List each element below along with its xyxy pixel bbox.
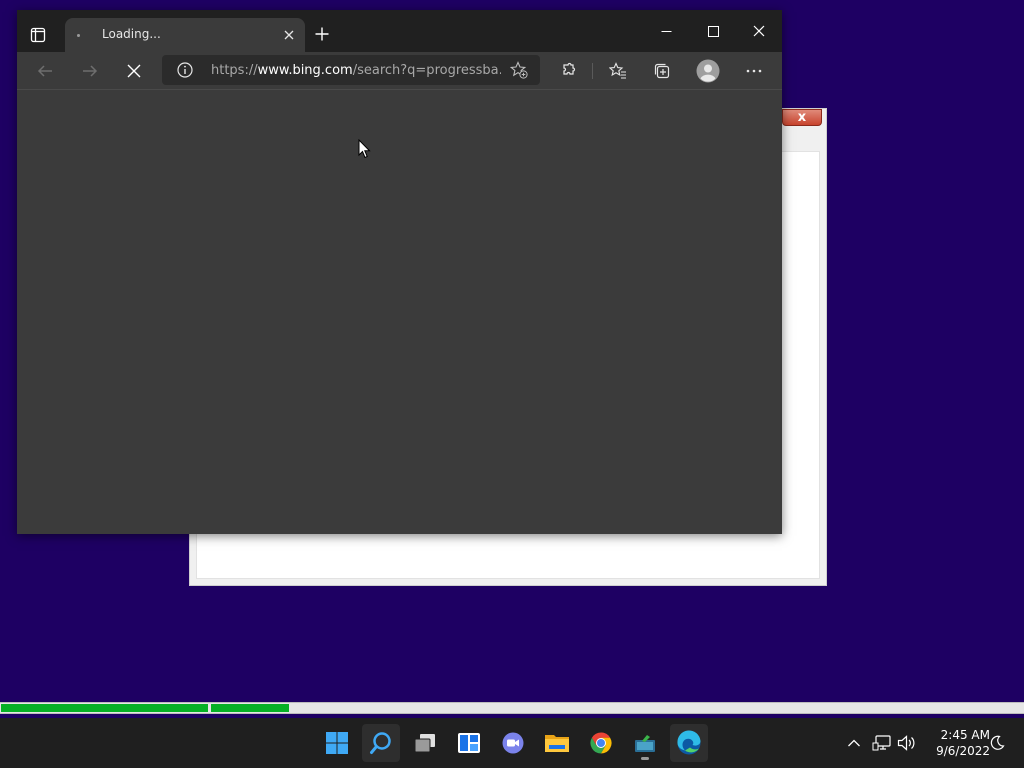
maximize-button[interactable] <box>698 20 728 42</box>
taskbar-task-view-button[interactable] <box>406 724 444 762</box>
close-window-icon <box>753 25 765 37</box>
taskbar-clock[interactable]: 2:45 AM 9/6/2022 <box>926 727 990 759</box>
site-info-icon[interactable] <box>177 62 193 78</box>
tray-overflow-button[interactable] <box>843 732 865 754</box>
forward-icon <box>83 65 98 77</box>
back-icon <box>37 65 52 77</box>
stop-loading-icon <box>127 64 141 78</box>
browser-titlebar: Loading... <box>17 10 782 52</box>
task-view-icon <box>414 734 435 753</box>
moon-icon <box>990 735 1005 750</box>
taskbar-widgets-button[interactable] <box>450 724 488 762</box>
taskbar-search-button[interactable] <box>362 724 400 762</box>
clock-time: 2:45 AM <box>940 728 990 742</box>
favorites-button[interactable] <box>605 58 631 84</box>
new-tab-button[interactable] <box>313 25 331 43</box>
taskbar-start-button[interactable] <box>318 724 356 762</box>
focus-assist-button[interactable] <box>986 732 1008 754</box>
close-tab-button[interactable] <box>281 27 297 43</box>
tray-volume-button[interactable] <box>896 732 918 754</box>
taskbar-app-button[interactable] <box>626 724 664 762</box>
windows-start-icon <box>326 732 348 754</box>
close-window-button[interactable] <box>744 20 774 42</box>
toolbar-separator <box>592 63 593 79</box>
browser-toolbar: https://www.bing.com/search?q=progressba… <box>17 52 782 90</box>
folder-icon <box>545 735 569 752</box>
tab-actions-button[interactable] <box>27 24 49 46</box>
search-icon <box>370 732 391 754</box>
taskbar-chat-button[interactable] <box>494 724 532 762</box>
chat-icon <box>502 732 524 754</box>
network-icon <box>872 735 891 751</box>
tab-actions-icon <box>30 27 46 43</box>
chrome-icon <box>590 732 612 754</box>
collections-icon <box>654 63 670 79</box>
profile-button[interactable] <box>695 58 721 84</box>
add-favorite-icon[interactable] <box>510 61 528 79</box>
taskbar: 2:45 AM 9/6/2022 <box>0 718 1024 768</box>
extensions-button[interactable] <box>556 58 582 84</box>
url-host: www.bing.com <box>257 63 353 78</box>
mouse-cursor-icon <box>358 139 371 159</box>
browser-window: Loading... https://www.bing.com/search?q… <box>17 10 782 534</box>
volume-icon <box>897 735 915 751</box>
browser-tab-active[interactable]: Loading... <box>65 18 305 52</box>
extensions-icon <box>563 62 576 75</box>
favorites-icon <box>609 62 626 79</box>
taskbar-file-explorer-button[interactable] <box>538 724 576 762</box>
maximize-icon <box>707 25 719 37</box>
widgets-icon <box>458 733 480 753</box>
close-tab-icon <box>284 30 294 40</box>
app-icon <box>635 735 655 752</box>
minimize-icon <box>661 30 671 32</box>
edge-icon <box>677 730 701 755</box>
background-dialog-close-button[interactable]: x <box>782 109 822 126</box>
progress-segment-1 <box>1 704 208 712</box>
address-bar[interactable]: https://www.bing.com/search?q=progressba… <box>162 55 540 85</box>
forward-button[interactable] <box>77 58 103 84</box>
clock-date: 9/6/2022 <box>936 744 990 758</box>
address-url[interactable]: https://www.bing.com/search?q=progressba… <box>211 63 501 78</box>
more-options-button[interactable] <box>741 58 767 84</box>
taskbar-app-running-indicator <box>641 757 649 760</box>
back-button[interactable] <box>32 58 58 84</box>
taskbar-chrome-button[interactable] <box>582 724 620 762</box>
minimize-button[interactable] <box>651 20 681 42</box>
tray-network-button[interactable] <box>871 732 893 754</box>
new-tab-icon <box>315 27 329 41</box>
loading-favicon-icon <box>77 34 80 37</box>
taskbar-edge-button[interactable] <box>670 724 708 762</box>
url-prefix: https:// <box>211 63 258 78</box>
collections-button[interactable] <box>649 58 675 84</box>
url-path: /search?q=progressba... <box>352 63 501 78</box>
browser-content-area[interactable] <box>17 90 782 534</box>
progress-strip <box>0 702 1024 714</box>
more-options-icon <box>746 69 762 73</box>
chevron-up-icon <box>848 739 860 747</box>
stop-loading-button[interactable] <box>121 58 147 84</box>
progress-segment-2 <box>211 704 289 712</box>
profile-icon <box>696 59 720 83</box>
tab-title: Loading... <box>102 27 161 41</box>
